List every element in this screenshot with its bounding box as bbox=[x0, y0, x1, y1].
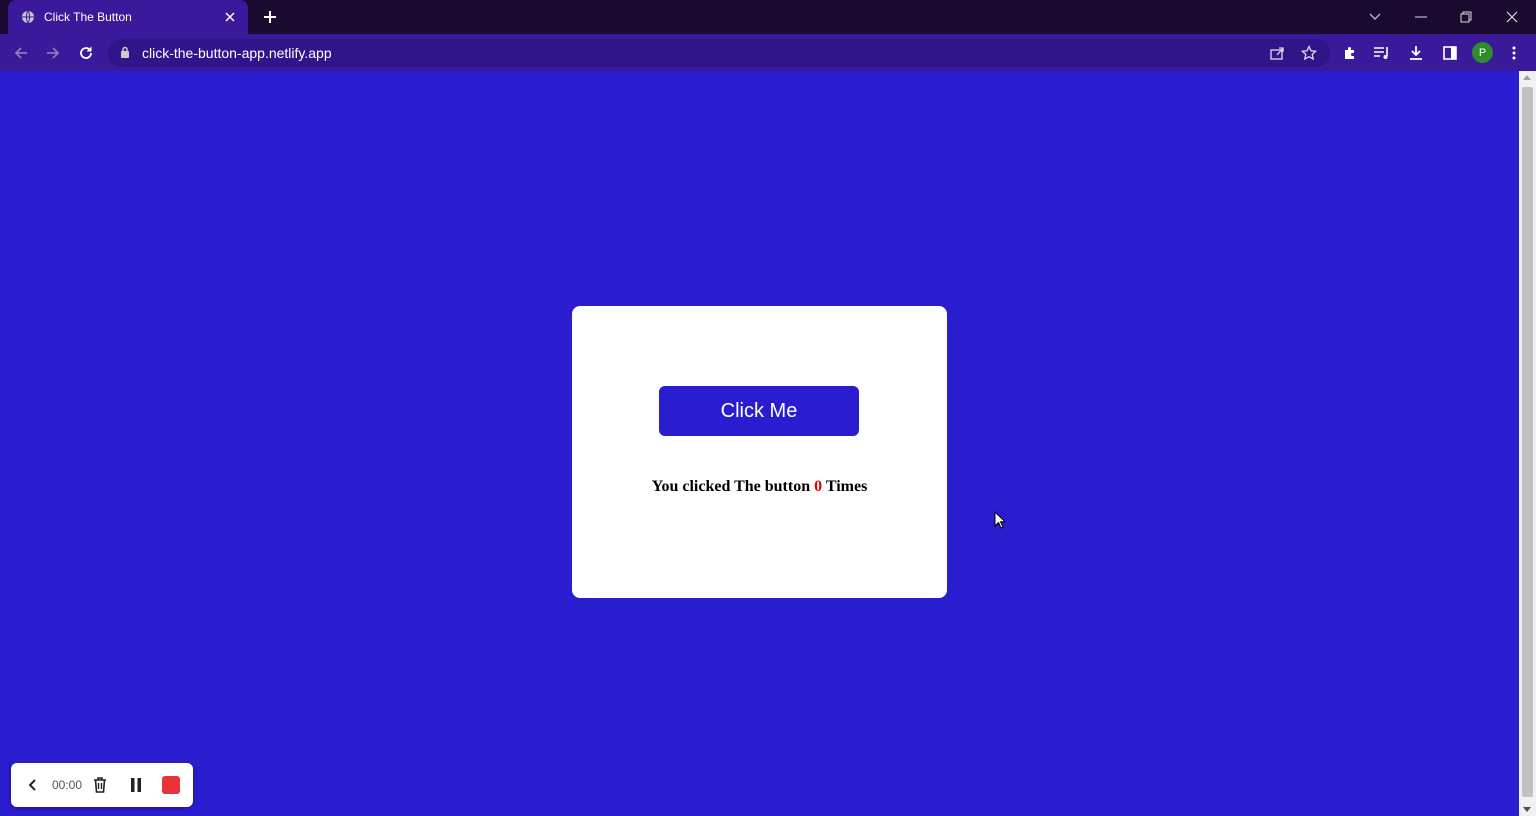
pause-icon[interactable] bbox=[125, 763, 147, 807]
page-scrollbar[interactable] bbox=[1519, 71, 1536, 816]
counter-value: 0 bbox=[814, 478, 823, 495]
minimize-button[interactable] bbox=[1399, 0, 1443, 34]
globe-icon bbox=[20, 9, 36, 25]
url-text: click-the-button-app.netlify.app bbox=[142, 45, 332, 61]
browser-toolbar: click-the-button-app.netlify.app P bbox=[0, 34, 1536, 71]
browser-titlebar: Click The Button bbox=[0, 0, 1536, 34]
tab-title: Click The Button bbox=[44, 10, 132, 24]
scroll-down-arrow-icon[interactable] bbox=[1523, 807, 1531, 812]
close-window-button[interactable] bbox=[1490, 0, 1534, 34]
menu-kebab-icon[interactable] bbox=[1503, 42, 1525, 64]
profile-avatar[interactable]: P bbox=[1472, 42, 1493, 63]
back-button[interactable] bbox=[8, 40, 34, 66]
restore-button[interactable] bbox=[1444, 0, 1488, 34]
counter-suffix: Times bbox=[825, 478, 868, 495]
address-bar[interactable]: click-the-button-app.netlify.app bbox=[108, 39, 1330, 67]
scroll-thumb[interactable] bbox=[1522, 87, 1533, 797]
click-counter-card: Click Me You clicked The button 0 Times bbox=[572, 306, 947, 598]
media-control-icon[interactable] bbox=[1371, 42, 1393, 64]
counter-prefix: You clicked The button bbox=[651, 478, 811, 495]
close-tab-icon[interactable] bbox=[222, 9, 238, 25]
delete-trash-icon[interactable] bbox=[89, 763, 111, 807]
scroll-up-arrow-icon[interactable] bbox=[1523, 75, 1531, 80]
forward-button[interactable] bbox=[40, 40, 66, 66]
side-panel-icon[interactable] bbox=[1439, 42, 1461, 64]
stop-square-icon bbox=[162, 776, 180, 794]
download-icon[interactable] bbox=[1405, 42, 1427, 64]
screen-recorder-widget: 00:00 bbox=[11, 763, 193, 807]
recording-time: 00:00 bbox=[51, 778, 83, 792]
stop-recording-button[interactable] bbox=[160, 763, 182, 807]
bookmark-star-icon[interactable] bbox=[1300, 44, 1318, 62]
click-counter-text: You clicked The button 0 Times bbox=[572, 478, 947, 496]
extensions-puzzle-icon[interactable] bbox=[1339, 42, 1361, 64]
collapse-chevron-icon[interactable] bbox=[23, 763, 43, 807]
tab-search-icon[interactable] bbox=[1353, 0, 1397, 34]
new-tab-button[interactable] bbox=[258, 5, 282, 29]
browser-tab[interactable]: Click The Button bbox=[8, 0, 248, 34]
share-icon[interactable] bbox=[1268, 44, 1286, 62]
mouse-cursor-icon bbox=[994, 510, 1007, 534]
reload-button[interactable] bbox=[73, 40, 99, 66]
click-me-button[interactable]: Click Me bbox=[659, 386, 859, 436]
lock-icon[interactable] bbox=[120, 46, 130, 64]
